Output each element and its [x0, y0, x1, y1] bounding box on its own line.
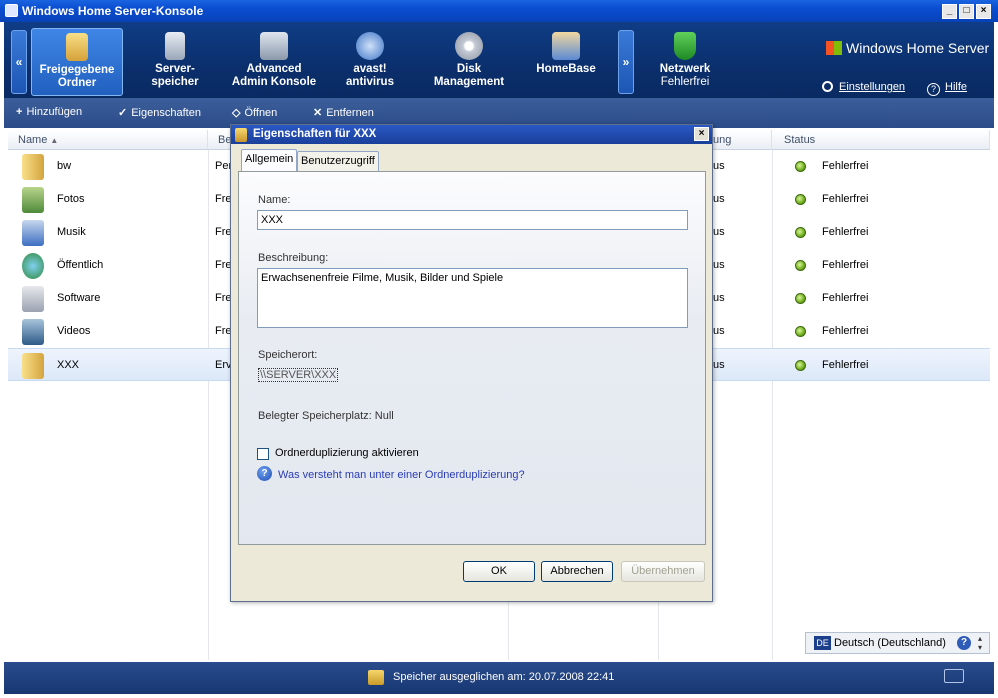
- shield-icon: [674, 32, 696, 60]
- server-icon: [165, 32, 185, 60]
- window-title: Windows Home Server-Konsole: [22, 4, 204, 18]
- cancel-button[interactable]: Abbrechen: [541, 561, 613, 582]
- remove-button[interactable]: ✕ Entfernen: [313, 106, 374, 119]
- maximize-button[interactable]: □: [959, 4, 974, 19]
- language-label: Deutsch (Deutschland): [834, 637, 946, 649]
- open-button[interactable]: ◇ Öffnen: [232, 106, 277, 119]
- status-ok-icon: [795, 260, 806, 271]
- status-ok-icon: [795, 194, 806, 205]
- name-field[interactable]: XXX: [257, 210, 688, 230]
- properties-button[interactable]: ✓ Eigenschaften: [118, 106, 201, 119]
- apply-button[interactable]: Übernehmen: [621, 561, 705, 582]
- help-icon: ?: [927, 83, 940, 96]
- language-help-icon[interactable]: ?: [957, 636, 971, 650]
- avast-icon: [356, 32, 384, 60]
- nav-scroll-left-button[interactable]: «: [11, 30, 27, 94]
- help-link[interactable]: ? Hilfe: [927, 81, 967, 96]
- windows-flag-icon: [826, 41, 842, 55]
- status-ok-icon: [795, 360, 806, 371]
- close-button[interactable]: ×: [976, 4, 991, 19]
- brand-logo: Windows Home Server: [826, 40, 989, 56]
- folder-icon: [22, 154, 44, 180]
- x-icon: ✕: [313, 107, 323, 119]
- window-titlebar[interactable]: Windows Home Server-Konsole _ □ ×: [0, 0, 998, 22]
- status-ok-icon: [795, 161, 806, 172]
- settings-link[interactable]: Einstellungen: [822, 81, 905, 93]
- general-tab-panel: Name: XXX Beschreibung: Erwachsenenfreie…: [238, 171, 706, 545]
- duplication-help-link[interactable]: Was versteht man unter einer Ordnerdupli…: [278, 469, 525, 481]
- language-options-icon[interactable]: ▴ ▾: [978, 634, 982, 652]
- tab-avast-antivirus[interactable]: avast! antivirus: [334, 28, 406, 96]
- videos-folder-icon: [22, 319, 44, 345]
- tab-general[interactable]: Allgemein: [241, 149, 298, 172]
- column-header-name[interactable]: Name ▲: [8, 130, 208, 150]
- status-ok-icon: [795, 293, 806, 304]
- folder-duplication-label[interactable]: Ordnerduplizierung aktivieren: [275, 447, 419, 459]
- tab-user-access[interactable]: Benutzerzugriff: [297, 151, 379, 171]
- status-text: Speicher ausgeglichen am: 20.07.2008 22:…: [393, 671, 615, 683]
- photos-folder-icon: [22, 187, 44, 213]
- status-ok-icon: [795, 227, 806, 238]
- column-header-status[interactable]: Status: [772, 130, 990, 150]
- used-space-text: Belegter Speicherplatz: Null: [258, 410, 394, 422]
- app-icon: [5, 4, 18, 17]
- dialog-title: Eigenschaften für XXX: [253, 128, 377, 140]
- checkmark-icon: ✓: [118, 107, 128, 119]
- folder-icon: [66, 33, 88, 61]
- storage-balanced-icon: [368, 670, 384, 685]
- tab-network-status[interactable]: Netzwerk Fehlerfrei: [645, 28, 725, 96]
- description-label: Beschreibung:: [258, 252, 329, 264]
- properties-dialog: Eigenschaften für XXX × Allgemein Benutz…: [230, 124, 713, 602]
- tab-disk-management[interactable]: Disk Management: [424, 28, 514, 96]
- sort-ascending-icon: ▲: [50, 136, 59, 145]
- tab-shared-folders[interactable]: Freigegebene Ordner: [31, 28, 123, 96]
- tab-homebase[interactable]: HomeBase: [528, 28, 604, 96]
- software-folder-icon: [22, 286, 44, 312]
- minimize-button[interactable]: _: [942, 4, 957, 19]
- keyboard-icon[interactable]: [944, 669, 964, 683]
- plus-icon: +: [16, 106, 23, 118]
- nav-scroll-right-button[interactable]: »: [618, 30, 634, 94]
- home-icon: [552, 32, 580, 60]
- description-field[interactable]: Erwachsenenfreie Filme, Musik, Bilder un…: [257, 268, 688, 328]
- language-bar[interactable]: DE Deutsch (Deutschland) ? ▴ ▾: [805, 632, 990, 654]
- language-code: DE: [814, 636, 831, 650]
- tab-advanced-admin[interactable]: Advanced Admin Konsole: [226, 28, 322, 96]
- location-label: Speicherort:: [258, 349, 318, 361]
- name-label: Name:: [258, 194, 291, 206]
- ok-button[interactable]: OK: [463, 561, 535, 582]
- add-button[interactable]: + Hinzufügen: [16, 106, 82, 118]
- location-value[interactable]: \\SERVER\XXX: [258, 368, 339, 382]
- open-icon: ◇: [232, 107, 241, 119]
- dialog-titlebar[interactable]: Eigenschaften für XXX ×: [231, 125, 712, 144]
- folder-duplication-checkbox[interactable]: [257, 448, 269, 460]
- status-bar: Speicher ausgeglichen am: 20.07.2008 22:…: [4, 662, 994, 694]
- globe-icon: [22, 253, 44, 279]
- music-folder-icon: [22, 220, 44, 246]
- admin-console-icon: [260, 32, 288, 60]
- dialog-close-button[interactable]: ×: [694, 127, 709, 141]
- gear-icon: [455, 32, 483, 60]
- help-icon[interactable]: ?: [257, 466, 272, 481]
- folder-icon: [235, 128, 247, 142]
- folder-icon: [22, 353, 44, 379]
- status-ok-icon: [795, 326, 806, 337]
- tab-server-storage[interactable]: Server- speicher: [132, 28, 218, 96]
- settings-gear-icon: [822, 81, 833, 92]
